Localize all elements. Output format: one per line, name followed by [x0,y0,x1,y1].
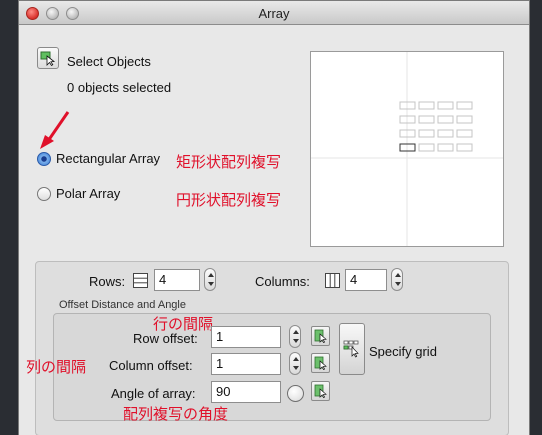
columns-icon [325,273,340,288]
radio-polar-array[interactable]: Polar Array [37,186,120,201]
column-offset-pick-button[interactable] [311,353,330,373]
pick-point-icon [314,329,327,343]
angle-label: Angle of array: [111,386,196,401]
pick-point-icon [314,384,327,398]
select-objects-button[interactable] [37,47,59,69]
row-offset-pick-button[interactable] [311,326,330,346]
column-offset-stepper[interactable] [289,352,301,375]
select-objects-icon [40,51,56,66]
row-offset-label: Row offset: [133,331,198,346]
preview-grid-graphic [311,52,503,246]
radio-rectangular-indicator[interactable] [37,151,51,166]
specify-grid-label: Specify grid [369,344,437,359]
radio-rectangular-array[interactable]: Rectangular Array [37,151,160,166]
angle-annotation: 配列複写の角度 [123,406,229,423]
column-offset-input[interactable]: 1 [211,353,281,375]
array-preview [310,51,504,247]
polar-annotation: 円形状配列複写 [176,192,282,209]
specify-grid-icon [343,340,359,358]
radio-polar-indicator[interactable] [37,186,51,201]
column-offset-annotation: 列の間隔 [26,359,87,376]
angle-input[interactable]: 90 [211,381,281,403]
window-title: Array [258,6,290,21]
column-offset-label: Column offset: [109,358,193,373]
specify-grid-button[interactable] [339,323,365,375]
title-bar: Array [19,1,529,25]
rows-label: Rows: [89,274,126,289]
select-objects-label: Select Objects [67,54,151,69]
array-dialog: Array Select Objects 0 objects selected … [18,0,530,435]
selection-count: 0 objects selected [67,80,172,95]
columns-stepper[interactable] [391,268,403,291]
rows-input[interactable]: 4 [154,269,200,291]
rows-stepper[interactable] [204,268,216,291]
polar-array-label: Polar Array [56,186,121,201]
offset-group-label: Offset Distance and Angle [59,299,186,311]
columns-label: Columns: [255,274,310,289]
row-offset-stepper[interactable] [289,325,301,348]
row-offset-input[interactable]: 1 [211,326,281,348]
rectangular-annotation: 矩形状配列複写 [176,154,282,171]
rows-icon [133,273,148,288]
rectangular-array-label: Rectangular Array [56,151,161,166]
annotation-arrow-icon [40,111,70,149]
angle-dial-icon[interactable] [287,385,304,402]
pick-point-icon [314,356,327,370]
angle-pick-button[interactable] [311,381,330,401]
columns-input[interactable]: 4 [345,269,387,291]
